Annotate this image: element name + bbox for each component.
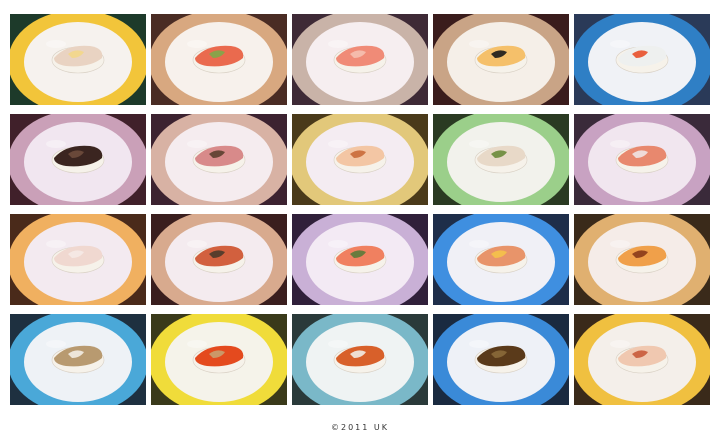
plate-highlight	[328, 40, 348, 48]
tile-r2c5	[574, 114, 710, 205]
tile-r2c2	[151, 114, 287, 205]
tile-r1c3	[292, 14, 428, 105]
sushi-plate-photo	[292, 314, 428, 405]
tile-r2c4	[433, 114, 569, 205]
tile-r4c3	[292, 314, 428, 405]
plate-highlight	[610, 140, 630, 148]
sushi-plate-photo	[151, 214, 287, 305]
tile-r4c4	[433, 314, 569, 405]
sushi-plate-photo	[433, 14, 569, 105]
tile-r2c1	[10, 114, 146, 205]
tile-r4c2	[151, 314, 287, 405]
plate-highlight	[610, 240, 630, 248]
tile-r2c3	[292, 114, 428, 205]
copyright-caption: ©2011 UK	[330, 423, 389, 432]
sushi-plate-photo	[433, 314, 569, 405]
tile-r1c5	[574, 14, 710, 105]
sushi-plate-photo	[292, 214, 428, 305]
plate-highlight	[187, 140, 207, 148]
sushi-plate-photo	[292, 114, 428, 205]
plate-highlight	[328, 340, 348, 348]
tile-r1c2	[151, 14, 287, 105]
plate-highlight	[328, 140, 348, 148]
sushi-plate-photo	[151, 314, 287, 405]
plate-highlight	[46, 340, 66, 348]
sushi-plate-photo	[433, 214, 569, 305]
plate-highlight	[46, 140, 66, 148]
sushi-plate-photo	[292, 14, 428, 105]
plate-highlight	[328, 240, 348, 248]
tile-r1c1	[10, 14, 146, 105]
sushi-plate-photo	[574, 214, 710, 305]
tile-r4c1	[10, 314, 146, 405]
tile-r4c5	[574, 314, 710, 405]
plate-highlight	[46, 240, 66, 248]
sushi-plate-photo	[574, 14, 710, 105]
tile-r1c4	[433, 14, 569, 105]
plate-highlight	[469, 240, 489, 248]
sushi-plate-photo	[10, 314, 146, 405]
sushi-plate-photo	[10, 114, 146, 205]
sushi-plate-photo	[574, 114, 710, 205]
sushi-plate-photo	[151, 114, 287, 205]
plate-highlight	[187, 240, 207, 248]
tile-r3c2	[151, 214, 287, 305]
plate-highlight	[610, 340, 630, 348]
sushi-plate-photo	[574, 314, 710, 405]
tile-r3c5	[574, 214, 710, 305]
photo-grid	[10, 14, 710, 405]
plate-highlight	[469, 140, 489, 148]
sushi-plate-photo	[10, 14, 146, 105]
tile-r3c4	[433, 214, 569, 305]
plate-highlight	[469, 40, 489, 48]
plate-highlight	[46, 40, 66, 48]
plate-highlight	[187, 340, 207, 348]
plate-highlight	[469, 340, 489, 348]
sushi-plate-photo	[10, 214, 146, 305]
plate-highlight	[610, 40, 630, 48]
tile-r3c1	[10, 214, 146, 305]
sushi-plate-photo	[151, 14, 287, 105]
sushi-plate-photo	[433, 114, 569, 205]
tile-r3c3	[292, 214, 428, 305]
plate-highlight	[187, 40, 207, 48]
